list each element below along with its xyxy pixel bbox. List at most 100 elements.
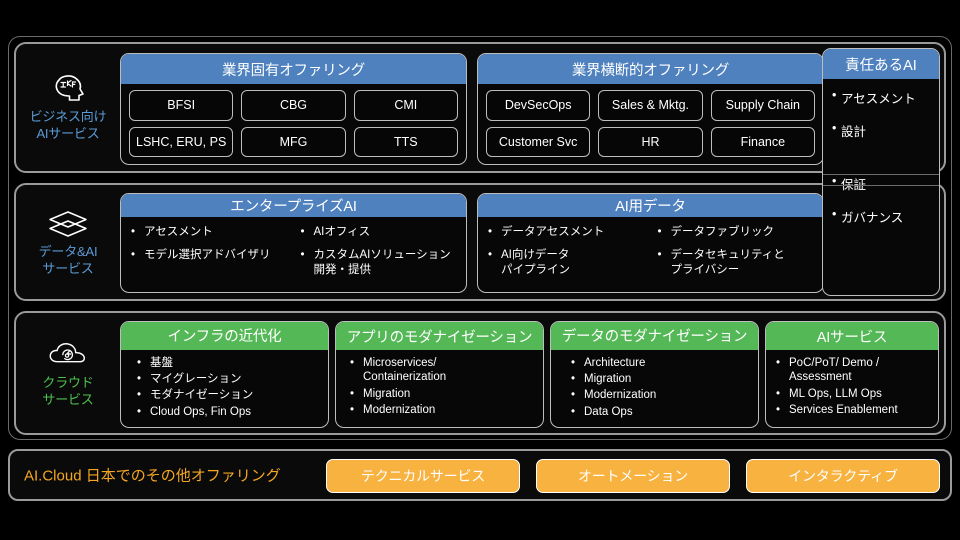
bullet-text: Architecture	[584, 356, 646, 369]
card-title: AI用データ	[478, 194, 823, 217]
bullet-dot: •	[350, 387, 355, 400]
chip-cmi[interactable]: CMI	[353, 90, 458, 121]
bullet-dot: •	[137, 405, 142, 418]
card-cross-industry-offerings[interactable]: 業界横断的オファリング DevSecOps Sales & Mktg. Supp…	[477, 53, 824, 165]
bullet-text: ML Ops, LLM Ops	[789, 387, 882, 400]
bullet-dot: •	[350, 404, 355, 417]
card-title: アプリのモダナイゼーション	[336, 322, 543, 350]
chip-cbg[interactable]: CBG	[241, 90, 346, 121]
chip-customer-svc[interactable]: Customer Svc	[486, 126, 591, 157]
chip-tts[interactable]: TTS	[353, 126, 458, 157]
card-body: • PoC/PoT/ Demo / Assessment • ML Ops, LLM…	[766, 350, 938, 427]
bullet-column: • データファブリック • データセキュリティと プライバシー	[658, 225, 818, 286]
card-data-for-ai[interactable]: AI用データ • データアセスメント • AI向けデータ パイプライン • データファ…	[477, 193, 824, 293]
rail-cloud: クラウド サービス	[16, 313, 120, 433]
card-body: • 基盤 • マイグレーション • モダナイゼーション • Cloud Ops, Fin…	[121, 350, 328, 428]
card-data-modernization[interactable]: データのモダナイゼーション • Architecture • Migration •…	[550, 321, 759, 428]
bullet-columns: • Architecture • Migration • Modernization …	[551, 350, 758, 428]
pill-technical-services[interactable]: テクニカルサービス	[326, 459, 520, 493]
bullet-item: • AI向けデータ パイプライン	[488, 248, 648, 277]
bullet-dot: •	[832, 174, 837, 188]
bullet-dot: •	[137, 372, 142, 385]
responsible-ai-top-list: • アセスメント • 設計	[823, 79, 939, 140]
bullet-dot: •	[657, 249, 662, 262]
bullet-column: • 基盤 • マイグレーション • モダナイゼーション • Cloud Ops, Fin…	[137, 356, 322, 422]
chip-supply-chain[interactable]: Supply Chain	[710, 90, 815, 121]
list-item-label: 保証	[841, 178, 867, 192]
card-title: データのモダナイゼーション	[551, 322, 758, 350]
bullet-columns: • データアセスメント • AI向けデータ パイプライン • データファブリック • デ…	[478, 217, 823, 292]
chip-devsecops[interactable]: DevSecOps	[486, 90, 591, 121]
divider	[823, 174, 939, 175]
bullet-text: データファブリック	[670, 225, 775, 238]
card-app-modernization[interactable]: アプリのモダナイゼーション • Microservices/ Containeri…	[335, 321, 544, 428]
card-body: • データアセスメント • AI向けデータ パイプライン • データファブリック • デ…	[478, 217, 823, 292]
card-responsible-ai[interactable]: 責任あるAI • アセスメント • 設計 • 保証 • ガバナンス	[822, 48, 940, 296]
layers-icon	[45, 207, 91, 241]
chip-grid: BFSI CBG CMI LSHC, ERU, PS MFG TTS	[121, 84, 466, 164]
bullet-item: • Services Enablement	[776, 403, 934, 417]
bullet-dot: •	[832, 121, 837, 135]
chip-bfsi[interactable]: BFSI	[129, 90, 234, 121]
bullet-dot: •	[571, 389, 576, 402]
chip-mfg[interactable]: MFG	[241, 126, 346, 157]
rail-business-ai: ビジネス向け AIサービス	[16, 44, 120, 171]
bullet-text: モデル選択アドバイザリ	[144, 249, 271, 262]
bullet-item: • Modernization	[350, 403, 537, 417]
bullet-column: • アセスメント • モデル選択アドバイザリ	[131, 225, 291, 286]
bullet-text: モダナイゼーション	[150, 389, 254, 402]
chip-finance[interactable]: Finance	[710, 126, 815, 157]
bullet-item: • 基盤	[137, 356, 322, 370]
card-industry-specific-offerings[interactable]: 業界固有オファリング BFSI CBG CMI LSHC, ERU, PS MF…	[120, 53, 467, 165]
card-ai-services[interactable]: AIサービス • PoC/PoT/ Demo / Assessment • ML O…	[765, 321, 939, 428]
pill-interactive[interactable]: インタラクティブ	[746, 459, 940, 493]
bullet-column: • PoC/PoT/ Demo / Assessment • ML Ops, LLM…	[776, 356, 934, 420]
bullet-item: • Microservices/ Containerization	[350, 356, 537, 385]
card-body: BFSI CBG CMI LSHC, ERU, PS MFG TTS	[121, 84, 466, 164]
card-title: AIサービス	[766, 322, 938, 350]
bullet-text: データセキュリティと プライバシー	[670, 249, 785, 276]
bullet-text: Cloud Ops, Fin Ops	[150, 405, 251, 418]
list-item: • 保証	[832, 174, 939, 193]
bullet-dot: •	[137, 389, 142, 402]
bullet-item: • Migration	[350, 387, 537, 401]
bullet-text: Modernization	[363, 404, 436, 417]
other-offerings-title: AI.Cloud 日本でのその他オファリング	[24, 467, 281, 485]
pill-automation[interactable]: オートメーション	[536, 459, 730, 493]
bullet-item: • Modernization	[571, 388, 752, 402]
bullet-dot: •	[776, 387, 781, 400]
bullet-text: PoC/PoT/ Demo / Assessment	[789, 357, 880, 384]
bullet-item: • Data Ops	[571, 405, 752, 419]
card-infra-modernization[interactable]: インフラの近代化 • 基盤 • マイグレーション • モダナイゼーション • Cloud…	[120, 321, 329, 428]
rail-data-ai: データ&AI サービス	[16, 185, 120, 299]
list-item-label: 設計	[841, 125, 867, 139]
bullet-dot: •	[300, 249, 305, 262]
bullet-text: AI向けデータ パイプライン	[501, 249, 570, 276]
chip-hr[interactable]: HR	[598, 126, 703, 157]
bullet-text: Migration	[363, 387, 411, 400]
bullet-text: マイグレーション	[150, 372, 242, 385]
card-body: • Microservices/ Containerization • Migrat…	[336, 350, 543, 427]
list-item: • 設計	[832, 121, 939, 140]
bullet-item: • Architecture	[571, 356, 752, 370]
chip-lshc-eru-ps[interactable]: LSHC, ERU, PS	[129, 126, 234, 157]
bullet-item: • モダナイゼーション	[137, 388, 322, 402]
responsible-ai-bottom-list: • 保証 • ガバナンス	[823, 154, 939, 226]
bullet-text: AIオフィス	[313, 225, 371, 238]
card-title: 業界固有オファリング	[121, 54, 466, 84]
bullet-item: • モデル選択アドバイザリ	[131, 248, 291, 262]
bullet-dot: •	[137, 356, 142, 369]
bullet-dot: •	[131, 249, 136, 262]
bullet-dot: •	[300, 225, 305, 238]
card-enterprise-ai[interactable]: エンタープライズAI • アセスメント • モデル選択アドバイザリ • AIオフィス …	[120, 193, 467, 293]
row-cloud-services: クラウド サービス インフラの近代化 • 基盤 • マイグレーション • モダナイゼー…	[14, 311, 946, 435]
cloud-sync-icon	[45, 338, 91, 372]
brain-head-icon	[45, 72, 91, 106]
bullet-item: • マイグレーション	[137, 372, 322, 386]
bullet-text: Data Ops	[584, 405, 633, 418]
bullet-dot: •	[832, 207, 837, 221]
bullet-item: • カスタムAIソリューション 開発・提供	[301, 248, 461, 277]
bullet-item: • アセスメント	[131, 225, 291, 239]
chip-sales-mktg[interactable]: Sales & Mktg.	[598, 90, 703, 121]
card-body: • アセスメント • モデル選択アドバイザリ • AIオフィス • カスタムAIソリュー…	[121, 217, 466, 292]
